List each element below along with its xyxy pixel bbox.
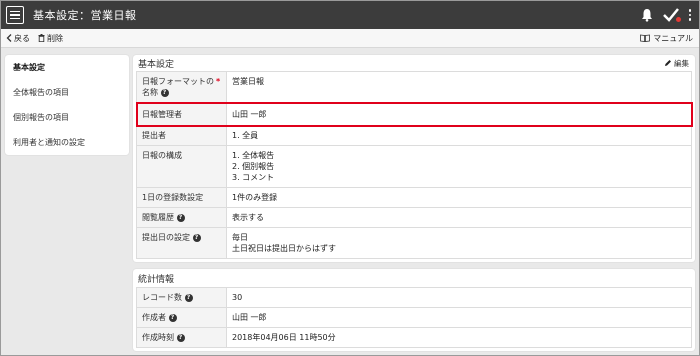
help-icon[interactable]: ?: [168, 313, 177, 322]
manual-link[interactable]: マニュアル: [640, 33, 693, 44]
view-history-label: 閲覧履歴: [142, 213, 174, 222]
section-title-basic: 基本設定: [138, 59, 175, 70]
page-title: 基本設定：営業日報: [33, 9, 137, 22]
notification-dot: [675, 17, 681, 22]
submit-date-note: 土日祝日は提出日からはずす: [232, 244, 336, 253]
submitter-value: 1. 全員: [226, 125, 692, 146]
sidebar-item-overall-report[interactable]: 全体報告の項目: [5, 80, 129, 105]
composition-item: 3. コメント: [232, 173, 275, 182]
chevron-left-icon: [6, 34, 12, 42]
record-count-value: 30: [226, 287, 692, 308]
trash-icon: [38, 34, 45, 42]
sidebar-item-users-notifications[interactable]: 利用者と通知の設定: [5, 130, 129, 155]
daily-count-value: 1件のみ登録: [226, 187, 692, 208]
sidebar-item-basic[interactable]: 基本設定: [5, 55, 129, 80]
table-row-record-count: レコード数 ? 30: [136, 287, 692, 308]
sidebar-item-individual-report[interactable]: 個別報告の項目: [5, 105, 129, 130]
manual-label: マニュアル: [653, 33, 693, 43]
composition-item: 2. 個別報告: [232, 162, 275, 171]
table-row-creator: 作成者 ? 山田 一郎: [136, 307, 692, 328]
more-options-icon[interactable]: [688, 9, 691, 21]
composition-item: 1. 全体報告: [232, 151, 275, 160]
table-row-daily-count: 1日の登録数設定 1件のみ登録: [136, 187, 692, 208]
submit-date-label: 提出日の設定: [142, 233, 190, 242]
manager-value: 山田 一郎: [226, 102, 692, 126]
creator-label: 作成者: [142, 313, 166, 322]
edit-button[interactable]: 編集: [664, 58, 689, 69]
table-row-composition: 日報の構成 1. 全体報告 2. 個別報告 3. コメント: [136, 145, 692, 188]
format-name-label: 日報フォーマットの: [142, 77, 214, 86]
statistics-card: 統計情報 レコード数 ? 30 作成者 ? 山田 一郎 作成時刻 ? 2018年…: [133, 269, 695, 351]
pencil-icon: [665, 60, 671, 66]
section-title-stats: 統計情報: [138, 274, 175, 285]
composition-label: 日報の構成: [136, 145, 227, 188]
help-icon[interactable]: ?: [160, 88, 169, 97]
table-row-view-history: 閲覧履歴 ? 表示する: [136, 207, 692, 228]
edit-label: 編集: [674, 58, 689, 68]
hamburger-menu-icon[interactable]: [6, 6, 24, 24]
creator-value: 山田 一郎: [226, 307, 692, 328]
table-row-submit-date: 提出日の設定 ? 毎日 土日祝日は提出日からはずす: [136, 227, 692, 259]
help-icon[interactable]: ?: [192, 233, 201, 242]
help-icon[interactable]: ?: [176, 333, 185, 342]
record-count-label: レコード数: [142, 293, 182, 302]
book-icon: [640, 34, 651, 42]
back-label: 戻る: [14, 33, 30, 43]
submitter-label: 提出者: [136, 125, 227, 146]
table-row-created-at: 作成時刻 ? 2018年04月06日 11時50分: [136, 327, 692, 348]
format-name-label-2: 名称: [142, 88, 158, 97]
manager-label: 日報管理者: [136, 102, 227, 126]
help-icon[interactable]: ?: [176, 213, 185, 222]
settings-sidebar: 基本設定 全体報告の項目 個別報告の項目 利用者と通知の設定: [5, 55, 129, 155]
statistics-table: レコード数 ? 30 作成者 ? 山田 一郎 作成時刻 ? 2018年04月06…: [136, 287, 692, 348]
table-row-submitter: 提出者 1. 全員: [136, 125, 692, 146]
action-bar: 戻る 削除 マニュアル: [1, 29, 699, 48]
daily-count-label: 1日の登録数設定: [136, 187, 227, 208]
basic-settings-table: 日報フォーマットの * 名称 ? 営業日報 日報管理者 山田 一郎 提出者 1. …: [135, 71, 693, 259]
table-row-format-name: 日報フォーマットの * 名称 ? 営業日報: [136, 71, 692, 103]
view-history-value: 表示する: [226, 207, 692, 228]
delete-label: 削除: [47, 33, 63, 43]
back-button[interactable]: 戻る: [6, 33, 30, 44]
delete-button[interactable]: 削除: [38, 33, 63, 44]
help-icon[interactable]: ?: [184, 293, 193, 302]
created-at-label: 作成時刻: [142, 333, 174, 342]
checkmark-notification-icon[interactable]: [662, 8, 681, 22]
app-header: 基本設定：営業日報: [1, 1, 699, 29]
basic-settings-card: 基本設定 編集 日報フォーマットの * 名称 ? 営業日報 日報管理者 山田 一郎…: [133, 55, 695, 262]
required-asterisk: *: [216, 77, 221, 86]
created-at-value: 2018年04月06日 11時50分: [226, 327, 692, 348]
submit-date-value: 毎日: [232, 233, 248, 242]
format-name-value: 営業日報: [226, 71, 692, 103]
bell-icon[interactable]: [641, 8, 653, 22]
table-row-manager: 日報管理者 山田 一郎: [135, 101, 693, 127]
